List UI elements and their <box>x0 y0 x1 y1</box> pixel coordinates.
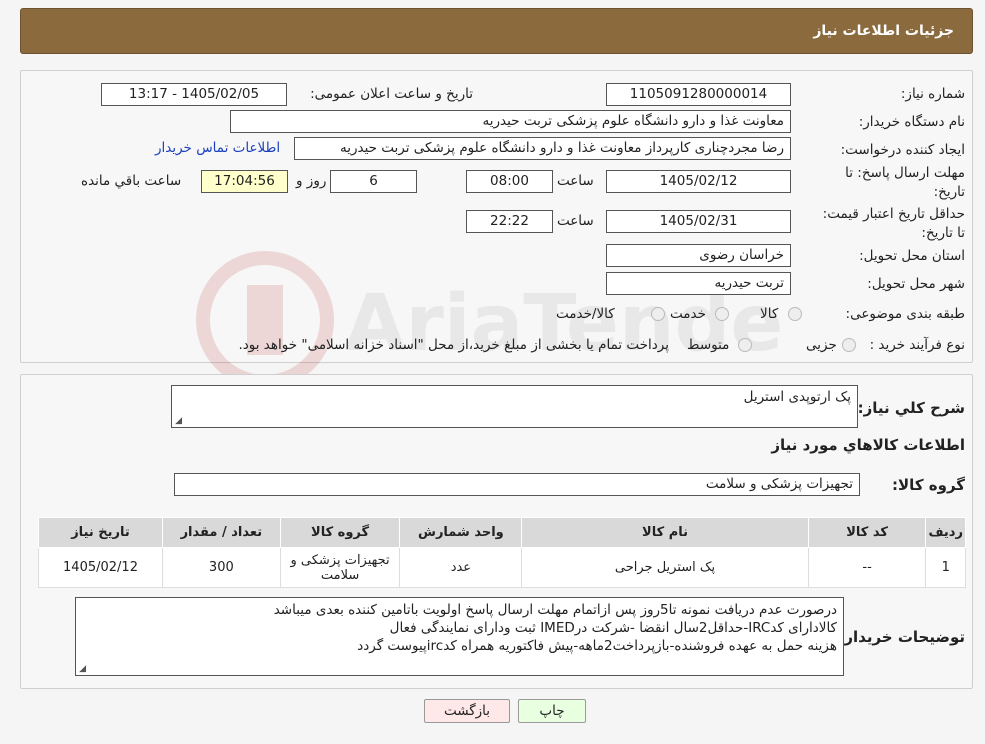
items-table-header: رديف کد کالا نام کالا واحد شمارش گروه کا… <box>38 517 966 548</box>
buyer-note-line: درصورت عدم دریافت نمونه تا5روز پس ازاتما… <box>273 602 837 618</box>
col-unit: واحد شمارش <box>399 517 523 548</box>
cell-group: تجهیزات پزشکی و سلامت <box>279 547 401 588</box>
buyer-org-label: نام دستگاه خریدار: <box>858 114 965 130</box>
col-group: گروه کالا <box>279 517 401 548</box>
validity-label: حداقل تاریخ اعتبار قیمت: تا تاریخ: <box>822 206 965 241</box>
col-name: نام کالا <box>521 517 809 548</box>
buyer-note-line: هزینه حمل به عهده فروشنده-بازپرداخت2ماهه… <box>357 638 837 654</box>
announce-date-field[interactable]: 1405/02/05 - 13:17 <box>101 83 287 106</box>
need-number-label: شماره نیاز: <box>900 86 965 102</box>
province-field[interactable]: خراسان رضوی <box>606 244 791 267</box>
col-quantity: تعداد / مقدار <box>162 517 281 548</box>
process-option-minor: جزیی <box>806 337 837 353</box>
resize-grip-icon[interactable]: ◢ <box>78 665 86 674</box>
remaining-time-field[interactable]: 17:04:56 <box>201 170 288 193</box>
category-radio-goods-service[interactable] <box>651 307 665 321</box>
deadline-time-field[interactable]: 08:00 <box>466 170 553 193</box>
cell-unit: عدد <box>399 547 523 588</box>
category-option-goods: کالا <box>760 306 779 322</box>
deadline-time-label: ساعت <box>557 173 594 189</box>
remaining-time-label: ساعت باقي مانده <box>81 173 182 189</box>
col-row: رديف <box>925 517 966 548</box>
buyer-contact-link[interactable]: اطلاعات تماس خریدار <box>155 140 280 156</box>
goods-group-label: گروه کالا: <box>892 476 965 494</box>
process-option-medium: متوسط <box>687 337 730 353</box>
col-code: کد کالا <box>807 517 927 548</box>
deadline-label: مهلت ارسال پاسخ: تا تاریخ: <box>845 165 965 200</box>
summary-textarea[interactable]: پک ارتوپدی استریل ◢ <box>171 385 858 428</box>
buyer-notes-textarea[interactable]: درصورت عدم دریافت نمونه تا5روز پس ازاتما… <box>75 597 844 676</box>
cell-code: -- <box>807 547 927 588</box>
validity-date-field[interactable]: 1405/02/31 <box>606 210 791 233</box>
summary-text: پک ارتوپدی استریل <box>743 389 851 405</box>
validity-time-label: ساعت <box>557 213 594 229</box>
validity-time-field[interactable]: 22:22 <box>466 210 553 233</box>
creator-field[interactable]: رضا مجردچناری کارپرداز معاونت غذا و دارو… <box>294 137 791 160</box>
category-radio-service[interactable] <box>715 307 729 321</box>
goods-group-field[interactable]: تجهیزات پزشکی و سلامت <box>174 473 860 496</box>
resize-grip-icon[interactable]: ◢ <box>174 417 182 426</box>
days-label: روز و <box>296 173 327 189</box>
process-label: نوع فرآیند خرید : <box>869 337 965 353</box>
category-option-goods-service: کالا/خدمت <box>556 306 615 322</box>
deadline-date-field[interactable]: 1405/02/12 <box>606 170 791 193</box>
buyer-notes-label: توضیحات خریدار: <box>838 628 965 646</box>
process-radio-medium[interactable] <box>738 338 752 352</box>
cell-name: پک استریل جراحی <box>521 547 809 588</box>
back-button[interactable]: بازگشت <box>424 699 510 723</box>
page-title: جزئیات اطلاعات نیاز <box>813 23 954 39</box>
category-radio-goods[interactable] <box>788 307 802 321</box>
province-label: استان محل تحویل: <box>859 248 965 264</box>
city-label: شهر محل تحویل: <box>867 276 965 292</box>
page-title-bar: جزئیات اطلاعات نیاز <box>20 8 973 54</box>
need-number-field[interactable]: 1105091280000014 <box>606 83 791 106</box>
cell-quantity: 300 <box>162 547 281 588</box>
announce-label: تاریخ و ساعت اعلان عمومی: <box>310 86 473 102</box>
creator-label: ایجاد کننده درخواست: <box>840 142 965 158</box>
buyer-note-line: کالادارای کدIRC-حداقل2سال انقضا -شرکت در… <box>389 620 837 636</box>
items-table: رديف کد کالا نام کالا واحد شمارش گروه کا… <box>38 517 966 588</box>
col-date: تاریخ نیاز <box>38 517 163 548</box>
print-button[interactable]: چاپ <box>518 699 586 723</box>
process-radio-minor[interactable] <box>842 338 856 352</box>
days-remaining-field[interactable]: 6 <box>330 170 417 193</box>
city-field[interactable]: تربت حیدریه <box>606 272 791 295</box>
cell-row: 1 <box>925 547 966 588</box>
goods-info-title: اطلاعات کالاهاي مورد نياز <box>771 436 965 454</box>
table-row[interactable]: 1 -- پک استریل جراحی عدد تجهیزات پزشکی و… <box>38 547 966 588</box>
process-note: پرداخت تمام یا بخشی از مبلغ خرید،از محل … <box>238 337 669 353</box>
buyer-org-field[interactable]: معاونت غذا و دارو دانشگاه علوم پزشکی ترب… <box>230 110 791 133</box>
category-label: طبقه بندی موضوعی: <box>845 306 965 322</box>
summary-label: شرح کلي نياز: <box>857 399 965 417</box>
cell-date: 1405/02/12 <box>38 547 163 588</box>
category-option-service: خدمت <box>670 306 706 322</box>
